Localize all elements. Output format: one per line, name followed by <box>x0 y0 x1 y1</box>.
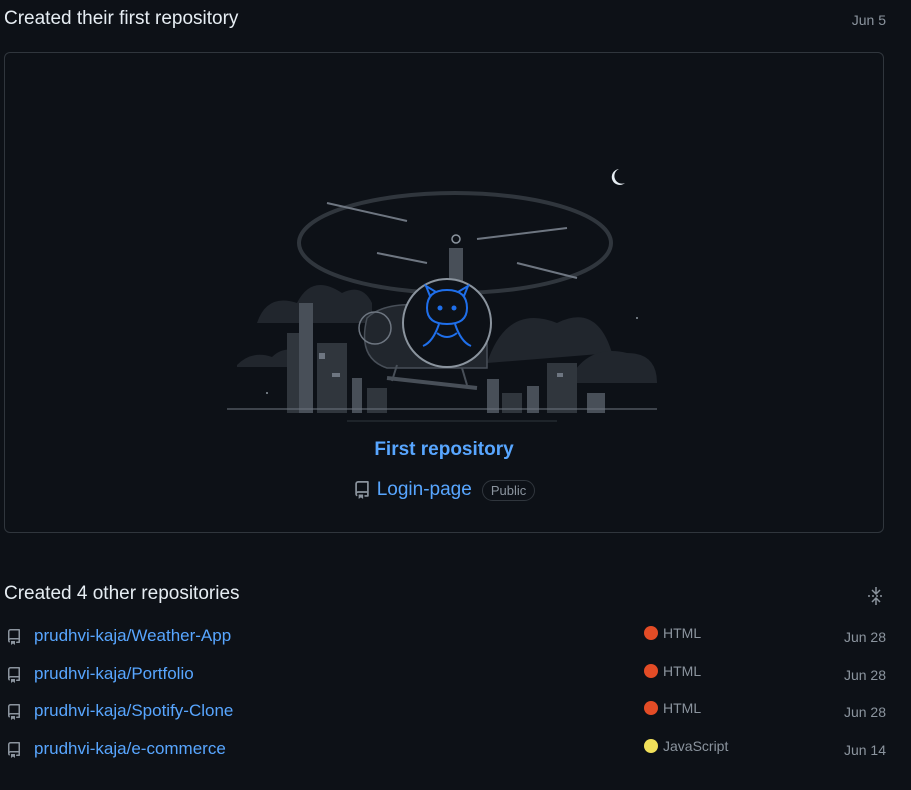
first-repo-link[interactable]: Login-page <box>377 479 472 501</box>
language-color-dot <box>644 626 658 640</box>
list-item: prudhvi-kaja/e-commerce JavaScript Jun 1… <box>4 735 888 765</box>
repo-date: Jun 28 <box>843 629 886 645</box>
language-label: HTML <box>663 625 702 641</box>
repo-link[interactable]: prudhvi-kaja/Weather-App <box>34 626 231 646</box>
language-label: JavaScript <box>663 738 729 754</box>
language-color-dot <box>644 664 658 678</box>
visibility-badge: Public <box>481 479 536 501</box>
repo-language: HTML <box>644 625 701 641</box>
language-color-dot <box>644 701 658 715</box>
language-label: HTML <box>663 663 702 679</box>
repo-date: Jun 14 <box>843 742 886 758</box>
repo-date: Jun 28 <box>843 667 886 683</box>
repo-link[interactable]: prudhvi-kaja/Spotify-Clone <box>34 701 233 721</box>
repo-link[interactable]: prudhvi-kaja/Portfolio <box>34 664 194 684</box>
repo-book-icon <box>7 667 21 683</box>
list-item: prudhvi-kaja/Portfolio HTML Jun 28 <box>4 660 888 690</box>
repo-language: HTML <box>644 700 701 716</box>
repo-language: JavaScript <box>644 738 728 754</box>
language-color-dot <box>644 739 658 753</box>
first-repo-date: Jun 5 <box>851 12 886 28</box>
fold-icon[interactable] <box>866 585 886 607</box>
list-item: prudhvi-kaja/Spotify-Clone HTML Jun 28 <box>4 697 888 727</box>
repo-language: HTML <box>644 663 701 679</box>
repo-date: Jun 28 <box>843 704 886 720</box>
other-repos-heading: Created 4 other repositories <box>4 583 240 604</box>
helicopter-octocat-illustration <box>227 169 657 422</box>
first-repository-title: First repository <box>374 439 514 460</box>
repo-link[interactable]: prudhvi-kaja/e-commerce <box>34 739 226 759</box>
repo-book-icon <box>7 704 21 720</box>
repo-book-icon <box>7 742 21 758</box>
list-item: prudhvi-kaja/Weather-App HTML Jun 28 <box>4 622 888 652</box>
contribution-activity: Created their first repository Jun 5 Fir… <box>0 0 911 790</box>
language-label: HTML <box>663 700 702 716</box>
repo-book-icon <box>7 629 21 645</box>
first-repository-card: First repository Login-page Public <box>4 52 884 533</box>
repo-book-icon <box>354 481 369 499</box>
first-repo-row: Login-page Public <box>5 479 883 501</box>
first-repo-heading: Created their first repository <box>4 8 239 29</box>
